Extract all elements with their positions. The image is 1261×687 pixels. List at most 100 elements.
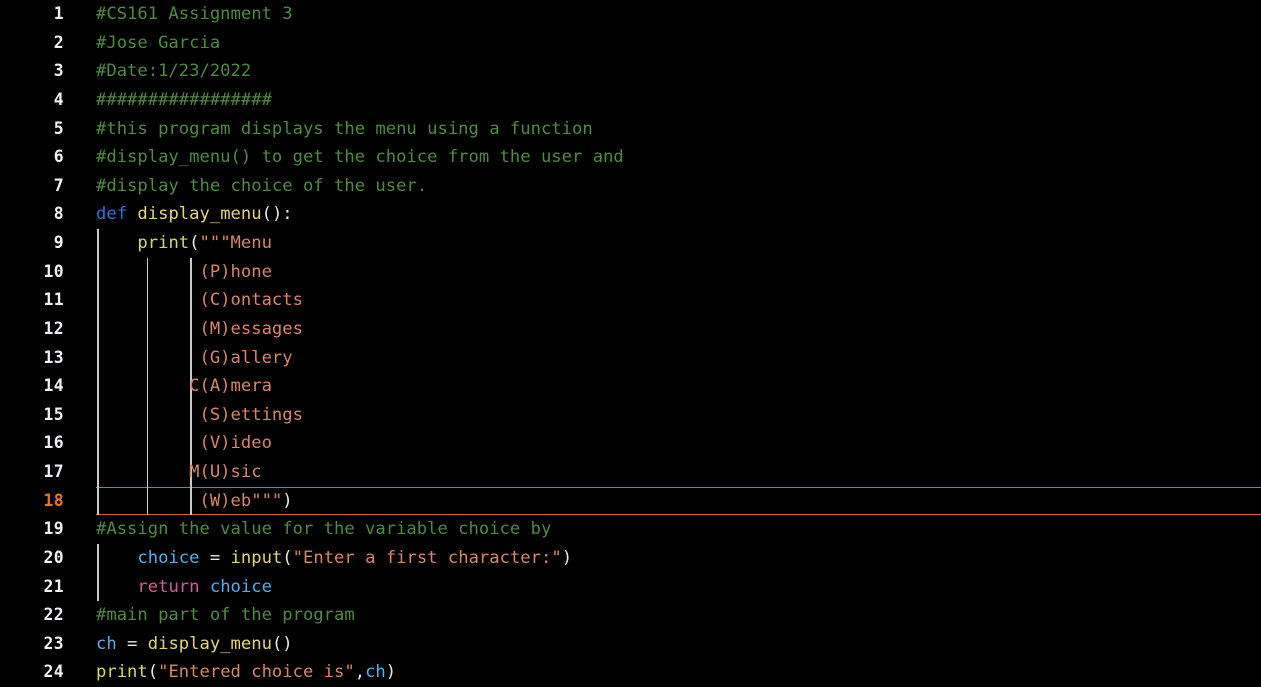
code-token: print — [96, 662, 148, 683]
code-line-text[interactable]: return choice — [96, 573, 272, 602]
code-token: ) — [282, 490, 293, 511]
code-line-text[interactable]: print("""Menu — [96, 229, 272, 258]
code-token: choice — [137, 547, 200, 568]
code-token: ch — [365, 662, 386, 683]
code-line[interactable]: 20 choice = input("Enter a first charact… — [0, 543, 1261, 573]
code-line[interactable]: 10 (P)hone — [0, 257, 1261, 287]
code-line[interactable]: 15 (S)ettings — [0, 400, 1261, 430]
code-lines-container[interactable]: 1 #CS161 Assignment 3 2 #Jose Garcia 3 #Date:… — [0, 0, 1261, 687]
line-number[interactable]: 20 — [0, 544, 64, 573]
code-token: () — [271, 633, 293, 654]
line-number[interactable]: 7 — [0, 172, 64, 201]
code-line-text[interactable]: choice = input("Enter a first character:… — [96, 544, 572, 573]
line-number[interactable]: 10 — [0, 258, 64, 287]
code-editor[interactable]: 1 #CS161 Assignment 3 2 #Jose Garcia 3 #Date:… — [0, 0, 1261, 687]
code-token: C(A)mera — [96, 376, 272, 397]
code-line[interactable]: 5 #this program displays the menu using a… — [0, 115, 1261, 144]
code-token: #main part of the program — [96, 605, 355, 626]
line-number[interactable]: 22 — [0, 601, 64, 630]
line-number[interactable]: 1 — [0, 0, 64, 29]
code-line[interactable]: 18 (W)eb""") — [0, 486, 1261, 516]
code-line[interactable]: 12 (M)essages — [0, 314, 1261, 344]
line-number[interactable]: 21 — [0, 573, 64, 602]
code-token: ################# — [96, 89, 272, 110]
code-token: , — [354, 662, 366, 683]
code-line[interactable]: 3 #Date:1/23/2022 — [0, 57, 1261, 86]
code-line[interactable]: 11 (C)ontacts — [0, 286, 1261, 315]
code-line-text[interactable]: def display_menu(): — [96, 200, 293, 229]
line-number[interactable]: 6 — [0, 143, 64, 172]
code-line-text[interactable]: print("Entered choice is",ch) — [96, 658, 396, 687]
line-number[interactable]: 14 — [0, 372, 64, 401]
code-line[interactable]: 2 #Jose Garcia — [0, 29, 1261, 58]
code-token: display_menu — [147, 633, 272, 654]
code-line[interactable]: 8 def display_menu(): — [0, 200, 1261, 229]
code-line-text[interactable]: ################# — [96, 86, 272, 115]
line-number[interactable]: 16 — [0, 429, 64, 458]
line-number[interactable]: 18 — [0, 487, 64, 516]
code-line-text[interactable]: (P)hone — [96, 258, 271, 287]
line-number[interactable]: 17 — [0, 458, 64, 487]
code-token: (W)eb""" — [96, 490, 283, 511]
code-line-text[interactable]: #main part of the program — [96, 601, 355, 630]
code-token: ) — [385, 662, 397, 683]
code-line[interactable]: 24 print("Entered choice is",ch) — [0, 658, 1261, 687]
code-line[interactable]: 16 (V)ideo — [0, 429, 1261, 458]
code-line[interactable]: 7 #display the choice of the user. — [0, 172, 1261, 201]
code-line[interactable]: 1 #CS161 Assignment 3 — [0, 0, 1261, 29]
code-line-text[interactable]: (G)allery — [96, 344, 292, 373]
line-number[interactable]: 23 — [0, 630, 64, 659]
line-number[interactable]: 9 — [0, 229, 64, 258]
code-line-text[interactable]: (S)ettings — [96, 401, 303, 430]
code-line-text[interactable]: #display_menu() to get the choice from t… — [96, 143, 624, 172]
code-token: print — [137, 233, 190, 253]
code-token: (M)essages — [96, 318, 303, 339]
code-line[interactable]: 23 ch = display_menu() — [0, 630, 1261, 659]
code-line[interactable]: 14 C(A)mera — [0, 372, 1261, 401]
code-line-text[interactable]: #display the choice of the user. — [96, 172, 427, 201]
line-number[interactable]: 2 — [0, 29, 64, 58]
code-token: ( — [282, 547, 293, 568]
code-line[interactable]: 6 #display_menu() to get the choice from … — [0, 143, 1261, 172]
code-token: choice — [209, 576, 272, 597]
code-line[interactable]: 17 M(U)sic — [0, 458, 1261, 487]
code-line-text[interactable]: #Jose Garcia — [96, 29, 220, 58]
code-token: #Date:1/23/2022 — [96, 61, 252, 82]
code-token: (V)ideo — [96, 433, 272, 454]
line-number[interactable]: 5 — [0, 115, 64, 144]
code-token: #this program displays the menu using a … — [96, 118, 593, 139]
code-line[interactable]: 19 #Assign the value for the variable cho… — [0, 515, 1261, 544]
line-number[interactable]: 12 — [0, 315, 64, 344]
code-token: (C)ontacts — [96, 290, 303, 311]
code-line-text[interactable]: (M)essages — [96, 315, 303, 344]
code-line-text[interactable]: #this program displays the menu using a … — [96, 115, 593, 144]
line-number[interactable]: 4 — [0, 86, 64, 115]
line-number[interactable]: 19 — [0, 515, 64, 544]
code-token: """Menu — [199, 233, 272, 253]
code-line[interactable]: 9 print("""Menu — [0, 229, 1261, 258]
code-line-text[interactable]: (C)ontacts — [96, 286, 303, 315]
line-number[interactable]: 13 — [0, 344, 64, 373]
line-number[interactable]: 15 — [0, 401, 64, 430]
line-number[interactable]: 24 — [0, 658, 64, 687]
code-line-text[interactable]: M(U)sic — [96, 458, 261, 487]
line-number[interactable]: 11 — [0, 286, 64, 315]
code-line[interactable]: 21 return choice — [0, 572, 1261, 602]
code-line-text[interactable]: #Assign the value for the variable choic… — [96, 515, 551, 544]
code-line[interactable]: 4 ################# — [0, 86, 1261, 115]
code-line-text[interactable]: #CS161 Assignment 3 — [96, 0, 293, 29]
code-line[interactable]: 22 #main part of the program — [0, 601, 1261, 630]
code-token: #display_menu() to get the choice from t… — [96, 147, 624, 168]
code-token: "Entered choice is" — [158, 662, 355, 683]
code-line[interactable]: 13 (G)allery — [0, 343, 1261, 373]
code-token: ) — [561, 547, 573, 568]
code-line-text[interactable]: (V)ideo — [96, 429, 272, 458]
code-line-text[interactable]: ch = display_menu() — [96, 630, 293, 659]
code-line-text[interactable]: #Date:1/23/2022 — [96, 57, 251, 86]
code-line-text[interactable]: (W)eb""") — [96, 487, 293, 516]
line-number[interactable]: 8 — [0, 200, 64, 229]
code-line-text[interactable]: C(A)mera — [96, 372, 272, 401]
line-number[interactable]: 3 — [0, 57, 64, 86]
